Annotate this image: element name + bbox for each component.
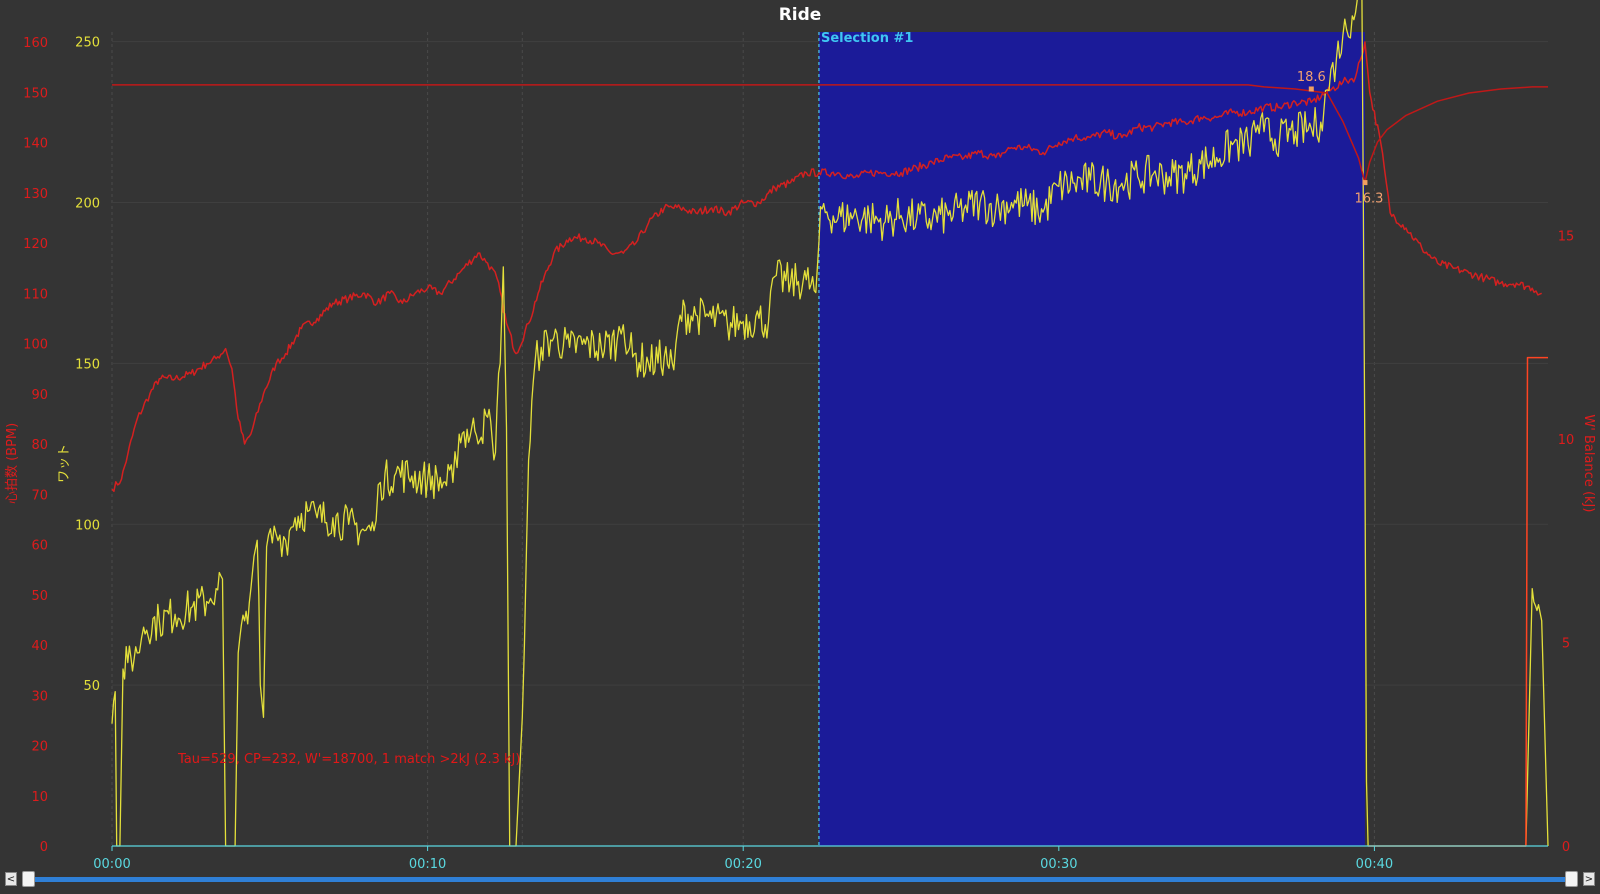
horizontal-scrollbar[interactable]: < > <box>0 870 1600 890</box>
wbal-tick-label: 15 <box>1558 230 1575 245</box>
power-tick-label: 100 <box>75 518 100 533</box>
power-tick-label: 150 <box>75 357 100 372</box>
hr-tick-label: 100 <box>23 338 48 353</box>
power-axis-label: ワット <box>57 444 72 483</box>
wbal-tick-label: 10 <box>1558 433 1575 448</box>
wbal-tick-label: 5 <box>1562 637 1570 652</box>
marker-point <box>1308 86 1314 92</box>
scroll-left-button[interactable]: < <box>5 872 17 886</box>
x-tick-label: 00:10 <box>409 857 446 870</box>
hr-tick-label: 60 <box>31 539 48 554</box>
chart-title: Ride <box>779 5 822 25</box>
power-tick-label: 50 <box>83 679 100 694</box>
hr-tick-label: 80 <box>31 438 48 453</box>
selection-area[interactable]: Selection #1 <box>818 31 1365 846</box>
selection-rect[interactable] <box>818 32 1365 846</box>
marker-point <box>1362 180 1368 186</box>
scroll-right-button[interactable]: > <box>1583 872 1595 886</box>
power-tick-label: 200 <box>75 197 100 212</box>
wbal-tick-label: 0 <box>1562 840 1570 855</box>
hr-tick-label: 10 <box>31 790 48 805</box>
hr-tick-label: 130 <box>23 187 48 202</box>
power-tick-label: 250 <box>75 36 100 51</box>
scroll-track[interactable] <box>30 877 1570 882</box>
hr-tick-label: 110 <box>23 287 48 302</box>
hr-tick-label: 150 <box>23 86 48 101</box>
model-annotation: Tau=529, CP=232, W'=18700, 1 match >2kJ … <box>177 752 520 767</box>
hr-tick-label: 120 <box>23 237 48 252</box>
selection-label: Selection #1 <box>821 31 913 46</box>
wbal-axis-label: W' Balance (kJ) <box>1581 414 1596 512</box>
hr-tick-label: 40 <box>31 639 48 654</box>
scroll-handle-left[interactable] <box>22 871 35 887</box>
x-tick-label: 00:40 <box>1356 857 1393 870</box>
hr-tick-label: 90 <box>31 388 48 403</box>
marker-label: 16.3 <box>1354 192 1383 207</box>
x-tick-label: 00:00 <box>93 857 130 870</box>
hr-tick-label: 0 <box>40 840 48 855</box>
scroll-handle-right[interactable] <box>1565 871 1578 887</box>
hr-tick-label: 30 <box>31 689 48 704</box>
hr-tick-label: 140 <box>23 137 48 152</box>
hr-axis-label: 心拍数 (BPM) <box>5 423 20 504</box>
x-tick-label: 00:20 <box>724 857 761 870</box>
x-tick-label: 00:30 <box>1040 857 1077 870</box>
chart-svg: Ride Selection #1 00:00 00:10 00:20 00:30 00… <box>0 0 1600 872</box>
marker-label: 18.6 <box>1297 70 1326 85</box>
hr-tick-label: 50 <box>31 589 48 604</box>
hr-tick-label: 20 <box>31 740 48 755</box>
hr-tick-label: 160 <box>23 36 48 51</box>
hr-tick-label: 70 <box>31 488 48 503</box>
ride-chart: Ride Selection #1 00:00 00:10 00:20 00:30 00… <box>0 0 1600 894</box>
